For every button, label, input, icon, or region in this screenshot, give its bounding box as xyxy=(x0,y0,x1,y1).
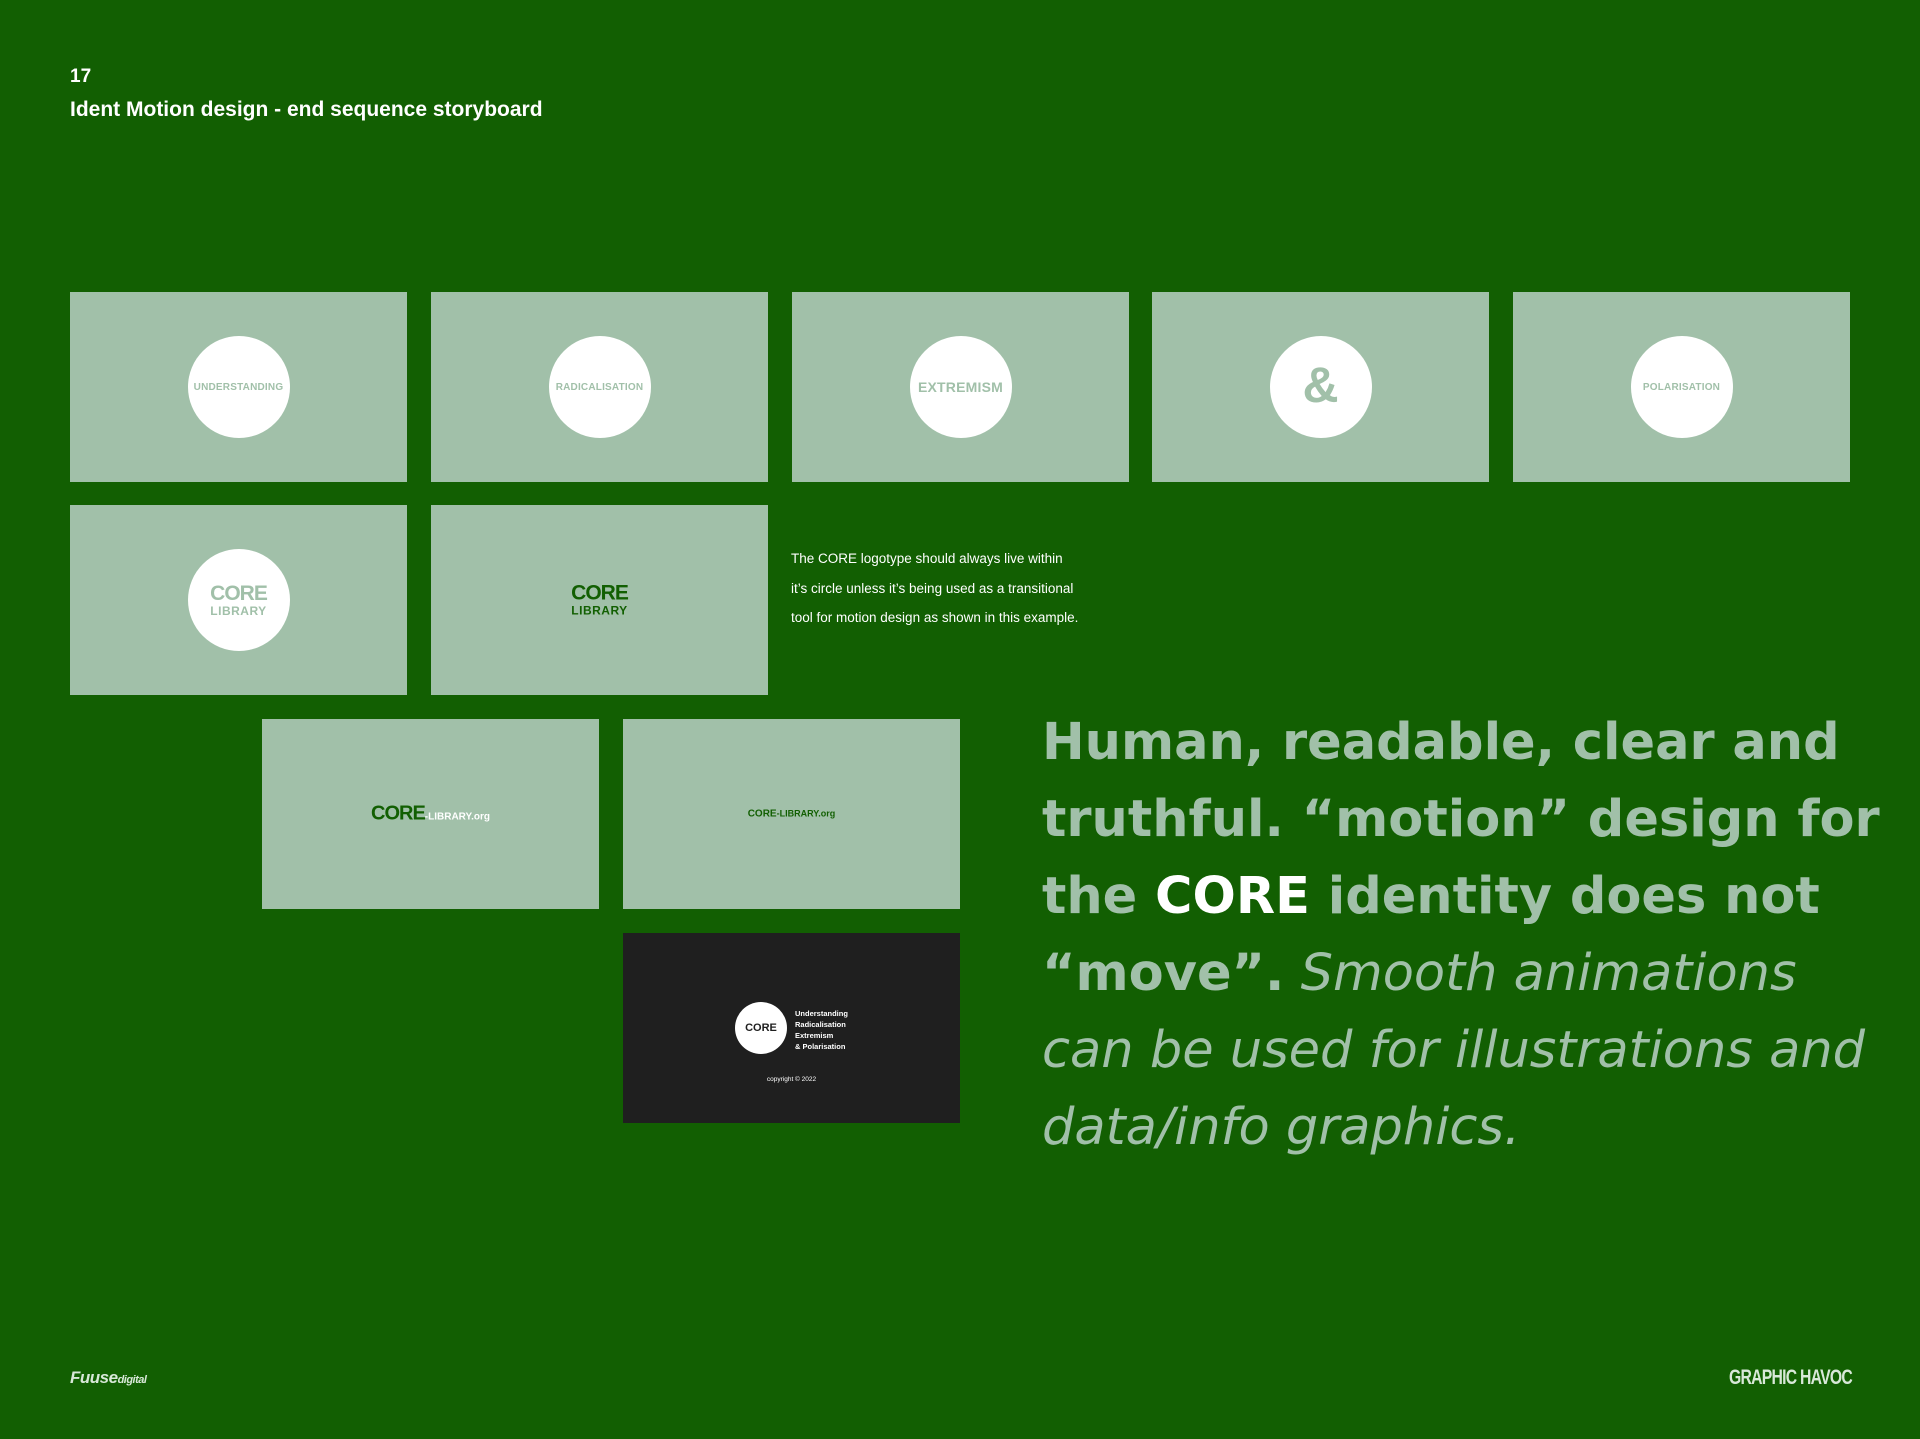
topic-item: Extremism xyxy=(795,1031,834,1040)
copyright-text: copyright © 2022 xyxy=(766,1076,817,1083)
storyboard-frame-2: RADICALISATION xyxy=(431,292,768,482)
frame-word: POLARISATION xyxy=(1642,381,1721,393)
ampersand: & xyxy=(1302,357,1339,413)
storyboard-frame-4: & xyxy=(1152,292,1489,482)
core-logo: CORE LIBRARY xyxy=(431,583,768,618)
logo-main: Fuuse xyxy=(70,1368,118,1387)
frame-circle: UNDERSTANDING xyxy=(187,336,290,438)
storyboard-frame-10: CORE Understanding Radicalisation Extrem… xyxy=(623,933,960,1123)
topic-item: Understanding xyxy=(795,1009,848,1018)
frame-circle: & xyxy=(1269,336,1372,438)
storyboard-frame-7: CORE LIBRARY xyxy=(431,505,768,695)
frame-word: UNDERSTANDING xyxy=(193,381,284,393)
topic-item: Radicalisation xyxy=(795,1020,846,1029)
frame-word: RADICALISATION xyxy=(555,381,644,393)
core-logotype: CORE xyxy=(571,581,629,605)
logo-sub: digital xyxy=(117,1374,147,1386)
quote-highlight: CORE xyxy=(1155,867,1310,926)
library-logotype: LIBRARY xyxy=(571,603,628,618)
library-logotype: LIBRARY xyxy=(210,603,267,618)
frame-circle: EXTREMISM xyxy=(909,336,1012,438)
page-number: 17 xyxy=(70,66,92,87)
storyboard-frame-9: CORE -LIBRARY.org xyxy=(623,719,960,909)
storyboard-frame-1: UNDERSTANDING xyxy=(70,292,407,482)
frame-word: EXTREMISM xyxy=(917,379,1004,395)
storyboard-frame-3: EXTREMISM xyxy=(792,292,1129,482)
fuuse-digital-logo: Fuusedigital xyxy=(70,1368,147,1388)
note-text: The CORE logotype should always live wit… xyxy=(791,551,1079,625)
storyboard-frame-8: CORE -LIBRARY.org xyxy=(262,719,599,909)
storyboard-frame-6: CORE LIBRARY xyxy=(70,505,407,695)
storyboard-frame-5: POLARISATION xyxy=(1513,292,1850,482)
topic-list: Understanding Radicalisation Extremism &… xyxy=(795,1008,848,1052)
core-url-logo: CORE -LIBRARY.org xyxy=(262,803,599,826)
core-logotype: CORE xyxy=(745,1022,777,1034)
frame-circle: RADICALISATION xyxy=(548,336,651,438)
core-logotype: CORE xyxy=(747,808,777,820)
topic-item: & Polarisation xyxy=(795,1042,846,1051)
url-logotype: -LIBRARY.org xyxy=(776,808,836,819)
graphic-havoc-logo: GRAPHIC HAVOC xyxy=(1729,1366,1853,1389)
page-title: Ident Motion design - end sequence story… xyxy=(70,98,543,121)
pull-quote: Human, readable, clear and truthful. “mo… xyxy=(1042,704,1882,1166)
core-url-logo: CORE -LIBRARY.org xyxy=(623,809,960,820)
frame-circle: POLARISATION xyxy=(1630,336,1733,438)
core-logotype: CORE xyxy=(210,581,268,605)
core-circle-logo: CORE xyxy=(735,1002,787,1054)
url-logotype: -LIBRARY.org xyxy=(424,811,490,823)
core-circle-logo: CORE LIBRARY xyxy=(187,549,290,651)
core-logotype: CORE xyxy=(371,802,426,825)
